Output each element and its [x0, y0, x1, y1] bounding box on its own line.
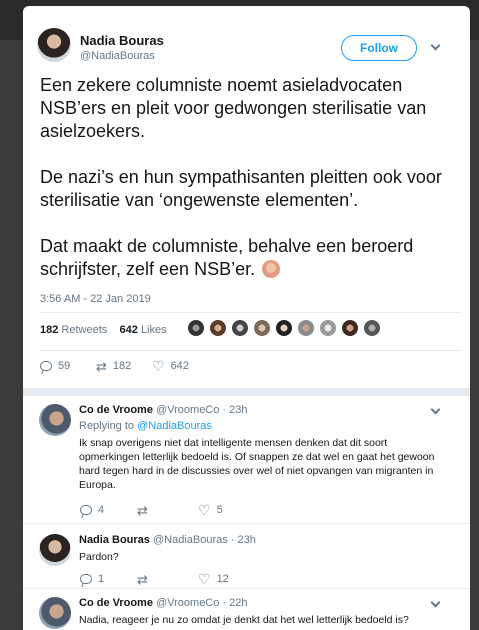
reply-text: Ik snap overigens niet dat intelligente … — [79, 437, 435, 491]
replies-separator — [23, 388, 470, 396]
replying-to: Replying to @NadiaBouras — [79, 420, 212, 432]
liker-avatar[interactable] — [341, 319, 359, 337]
like-icon: ♡ — [198, 571, 211, 587]
reply-avatar[interactable] — [39, 534, 71, 566]
divider — [40, 350, 460, 351]
liker-avatar[interactable] — [297, 319, 315, 337]
retweet-action[interactable]: ⇄ — [137, 504, 198, 517]
author-handle[interactable]: @NadiaBouras — [80, 50, 155, 62]
reply-text: Nadia, reageer je nu zo omdat je denkt d… — [79, 614, 409, 626]
reply-item[interactable]: Co de Vroome @VroomeCo · 22h Nadia, reag… — [23, 589, 470, 630]
liker-avatar[interactable] — [319, 319, 337, 337]
likers-avatars[interactable] — [187, 319, 381, 337]
divider — [40, 312, 460, 313]
chevron-down-icon[interactable] — [430, 597, 441, 608]
tweet-dialog: Nadia Bouras @NadiaBouras Follow Een zek… — [23, 6, 470, 630]
follow-button[interactable]: Follow — [341, 35, 417, 61]
chevron-down-icon[interactable] — [430, 40, 441, 51]
like-icon: ♡ — [198, 502, 211, 518]
liker-avatar[interactable] — [209, 319, 227, 337]
reply-avatar[interactable] — [39, 404, 71, 436]
tweet-paragraph: Een zekere columniste noemt asieladvocat… — [40, 75, 427, 141]
retweets-stat[interactable]: 182 Retweets — [40, 324, 107, 336]
reply-count: 59 — [58, 360, 71, 372]
tweet-text: Een zekere columniste noemt asieladvocat… — [40, 74, 460, 304]
reply-author[interactable]: Nadia Bouras @NadiaBouras · 23h — [79, 534, 256, 546]
liker-avatar[interactable] — [253, 319, 271, 337]
retweet-icon: ⇄ — [137, 571, 148, 587]
like-icon: ♡ — [152, 358, 165, 374]
liker-avatar[interactable] — [363, 319, 381, 337]
reply-action[interactable]: 59 — [40, 360, 96, 372]
tweet-actions: 59 ⇄ 182 ♡ 642 — [40, 359, 189, 373]
shrug-emoji-icon — [262, 260, 281, 278]
reply-item[interactable]: Nadia Bouras @NadiaBouras · 23h Pardon? … — [23, 524, 470, 590]
author-name[interactable]: Nadia Bouras — [80, 33, 164, 48]
liker-avatar[interactable] — [231, 319, 249, 337]
retweet-count: 182 — [112, 360, 132, 372]
author-avatar[interactable] — [37, 28, 71, 62]
reply-author[interactable]: Co de Vroome @VroomeCo · 22h — [79, 597, 248, 609]
reply-text: Pardon? — [79, 551, 119, 563]
reply-actions: 1 ⇄ ♡ 12 — [80, 572, 229, 586]
reply-icon — [80, 574, 92, 584]
liker-avatar[interactable] — [275, 319, 293, 337]
retweet-icon: ⇄ — [137, 502, 148, 518]
reply-icon — [80, 505, 92, 515]
tweet-stats: 182 Retweets 642 Likes — [40, 324, 167, 336]
liker-avatar[interactable] — [187, 319, 205, 337]
like-count: 642 — [170, 360, 189, 372]
reply-actions: 4 ⇄ ♡ 5 — [80, 503, 223, 517]
tweet-timestamp[interactable]: 3:56 AM - 22 Jan 2019 — [40, 293, 151, 305]
likes-stat[interactable]: 642 Likes — [120, 324, 167, 336]
like-action[interactable]: ♡ 5 — [198, 503, 223, 517]
reply-action[interactable]: 1 — [80, 573, 137, 585]
reply-item[interactable]: Co de Vroome @VroomeCo · 23h Replying to… — [23, 396, 470, 522]
replying-to-link[interactable]: @NadiaBouras — [137, 420, 212, 432]
tweet-paragraph: Dat maakt de columniste, behalve een ber… — [40, 236, 414, 279]
reply-icon — [40, 361, 52, 371]
like-action[interactable]: ♡ 12 — [198, 572, 229, 586]
chevron-down-icon[interactable] — [430, 404, 441, 415]
like-action[interactable]: ♡ 642 — [152, 359, 189, 373]
reply-action[interactable]: 4 — [80, 504, 137, 516]
reply-avatar[interactable] — [39, 597, 71, 629]
retweet-action[interactable]: ⇄ — [137, 573, 198, 586]
retweet-action[interactable]: ⇄ 182 — [96, 360, 152, 373]
reply-author[interactable]: Co de Vroome @VroomeCo · 23h — [79, 404, 248, 416]
tweet-paragraph: De nazi’s en hun sympathisanten pleitten… — [40, 167, 442, 210]
retweet-icon: ⇄ — [96, 358, 107, 374]
